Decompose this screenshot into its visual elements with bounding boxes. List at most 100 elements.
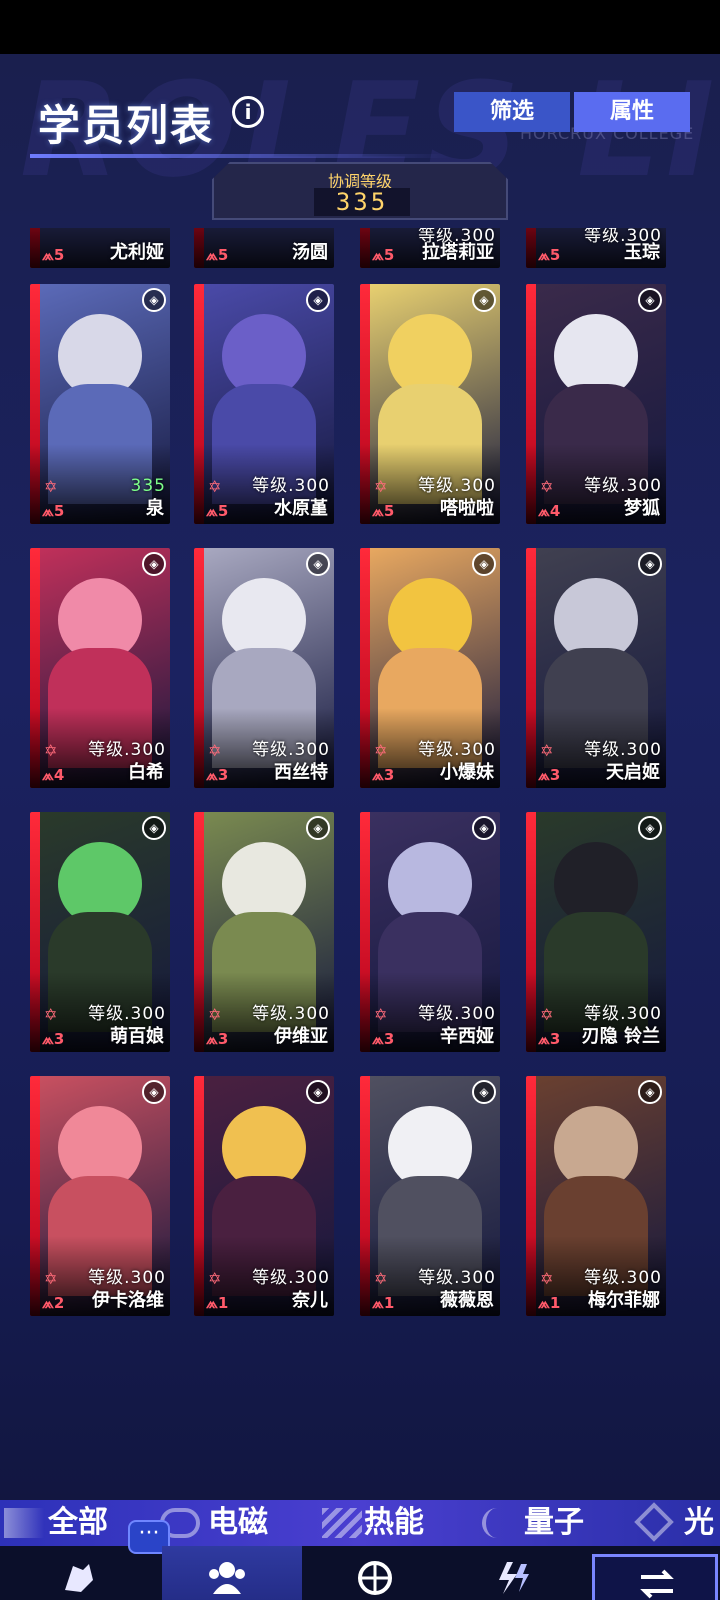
element-icon: ◈ bbox=[472, 816, 496, 840]
star-icon: ✡ bbox=[44, 741, 58, 760]
star-rank: ⩕4 bbox=[42, 766, 65, 784]
student-name: 萌百娘 bbox=[110, 1026, 164, 1047]
star-rank: ⩕1 bbox=[372, 1294, 395, 1312]
filter-button[interactable]: 筛选 bbox=[454, 92, 570, 132]
student-card[interactable]: ◈ ✡ 等级.300 ⩕3 伊维亚 bbox=[194, 812, 334, 1052]
student-level: 等级.300 bbox=[584, 740, 662, 760]
student-name: 白希 bbox=[128, 762, 164, 783]
nav-academy[interactable]: 学院 bbox=[592, 1554, 718, 1600]
element-icon: ◈ bbox=[638, 552, 662, 576]
category-tab-quantum[interactable]: 量子 bbox=[524, 1500, 584, 1546]
student-card[interactable]: ◈ ✡ 等级.300 ⩕2 伊卡洛维 bbox=[30, 1076, 170, 1316]
element-icon: ◈ bbox=[306, 288, 330, 312]
globe-icon bbox=[59, 1560, 99, 1596]
student-name: 玉琮 bbox=[624, 242, 660, 263]
student-name: 奈儿 bbox=[292, 1290, 328, 1311]
student-card[interactable]: ◈ ✡ 等级.300 ⩕5 水原堇 bbox=[194, 284, 334, 524]
status-bar bbox=[0, 0, 720, 54]
student-level: 等级.300 bbox=[88, 740, 166, 760]
student-card[interactable]: ◈ ✡ 等级.300 ⩕3 刃隐 铃兰 bbox=[526, 812, 666, 1052]
star-icon: ✡ bbox=[44, 1005, 58, 1024]
student-level: 等级.300 bbox=[88, 1268, 166, 1288]
student-card[interactable]: ◈ ✡ 等级.300 ⩕3 西丝特 bbox=[194, 548, 334, 788]
student-grid: ⩕5 尤利娅 ⩕5 汤圆 等级.300 ⩕5 拉塔莉亚 等级.300 ⩕5 玉琮… bbox=[0, 228, 720, 1498]
student-card[interactable]: 等级.300 ⩕5 玉琮 bbox=[526, 228, 666, 268]
student-level: 等级.300 bbox=[584, 1268, 662, 1288]
element-icon: ◈ bbox=[142, 1080, 166, 1104]
student-card[interactable]: ◈ ✡ 等级.300 ⩕1 梅尔菲娜 bbox=[526, 1076, 666, 1316]
student-name: 拉塔莉亚 bbox=[422, 242, 494, 263]
student-level: 等级.300 bbox=[252, 1268, 330, 1288]
student-card[interactable]: ◈ ✡ 等级.300 ⩕3 萌百娘 bbox=[30, 812, 170, 1052]
star-rank: ⩕5 bbox=[372, 246, 395, 264]
star-rank: ⩕3 bbox=[538, 1030, 561, 1048]
category-tab-all[interactable]: 全部 bbox=[48, 1500, 108, 1546]
star-rank: ⩕5 bbox=[206, 502, 229, 520]
star-rank: ⩕3 bbox=[372, 766, 395, 784]
element-icon: ◈ bbox=[142, 816, 166, 840]
element-icon: ◈ bbox=[142, 288, 166, 312]
student-name: 水原堇 bbox=[274, 498, 328, 519]
student-card[interactable]: ◈ ✡ 等级.300 ⩕3 小爆妹 bbox=[360, 548, 500, 788]
student-level: 等级.300 bbox=[252, 476, 330, 496]
star-rank: ⩕5 bbox=[372, 502, 395, 520]
student-level: 等级.300 bbox=[418, 740, 496, 760]
nav-challenge[interactable]: 挑战 bbox=[448, 1546, 578, 1600]
student-card[interactable]: ◈ ✡ 335 ⩕5 泉 bbox=[30, 284, 170, 524]
star-icon: ✡ bbox=[540, 1005, 554, 1024]
star-rank: ⩕4 bbox=[538, 502, 561, 520]
student-name: 尤利娅 bbox=[110, 242, 164, 263]
category-tab-thermal[interactable]: 热能 bbox=[364, 1500, 424, 1546]
star-icon: ✡ bbox=[208, 477, 222, 496]
element-icon: ◈ bbox=[472, 288, 496, 312]
student-level: 等级.300 bbox=[418, 476, 496, 496]
student-card[interactable]: ◈ ✡ 等级.300 ⩕3 辛西娅 bbox=[360, 812, 500, 1052]
app-screen: ROLES LIST HORCRUX COLLEGE 学员列表 i 筛选 属性 … bbox=[0, 54, 720, 1600]
student-name: 泉 bbox=[146, 498, 164, 519]
student-name: 嗒啦啦 bbox=[440, 498, 494, 519]
star-icon: ✡ bbox=[540, 1269, 554, 1288]
student-level: 等级.300 bbox=[252, 740, 330, 760]
coordination-level-panel: 协调等级 335 bbox=[212, 162, 508, 220]
star-icon: ✡ bbox=[208, 1005, 222, 1024]
category-tab-electromagnetic[interactable]: 电磁 bbox=[208, 1500, 268, 1546]
star-rank: ⩕5 bbox=[206, 246, 229, 264]
student-card[interactable]: ◈ ✡ 等级.300 ⩕4 白希 bbox=[30, 548, 170, 788]
element-category-bar: 全部 电磁 热能 量子 光 bbox=[0, 1500, 720, 1546]
student-name: 小爆妹 bbox=[440, 762, 494, 783]
lightning-icon bbox=[493, 1560, 533, 1596]
student-name: 梦狐 bbox=[624, 498, 660, 519]
element-icon: ◈ bbox=[142, 552, 166, 576]
student-name: 伊卡洛维 bbox=[92, 1290, 164, 1311]
nav-character[interactable]: 角色 bbox=[162, 1546, 302, 1600]
category-tab-light[interactable]: 光 bbox=[684, 1500, 714, 1546]
info-icon[interactable]: i bbox=[232, 96, 264, 128]
student-card[interactable]: ◈ ✡ 等级.300 ⩕5 嗒啦啦 bbox=[360, 284, 500, 524]
nav-battle[interactable]: 战斗 ··· bbox=[14, 1520, 170, 1600]
star-icon: ✡ bbox=[540, 477, 554, 496]
star-icon: ✡ bbox=[208, 1269, 222, 1288]
element-icon: ◈ bbox=[306, 1080, 330, 1104]
student-card[interactable]: ⩕5 汤圆 bbox=[194, 228, 334, 268]
student-card[interactable]: ◈ ✡ 等级.300 ⩕4 梦狐 bbox=[526, 284, 666, 524]
student-name: 辛西娅 bbox=[440, 1026, 494, 1047]
crosshair-icon bbox=[355, 1560, 395, 1596]
student-card[interactable]: ⩕5 尤利娅 bbox=[30, 228, 170, 268]
attribute-button[interactable]: 属性 bbox=[574, 92, 690, 132]
star-icon: ✡ bbox=[374, 1005, 388, 1024]
transfer-arrows-icon bbox=[637, 1569, 677, 1599]
star-rank: ⩕3 bbox=[206, 1030, 229, 1048]
element-icon: ◈ bbox=[472, 552, 496, 576]
star-rank: ⩕3 bbox=[42, 1030, 65, 1048]
element-icon: ◈ bbox=[306, 552, 330, 576]
student-card[interactable]: 等级.300 ⩕5 拉塔莉亚 bbox=[360, 228, 500, 268]
people-icon bbox=[207, 1560, 247, 1596]
star-rank: ⩕1 bbox=[538, 1294, 561, 1312]
student-level: 等级.300 bbox=[418, 1268, 496, 1288]
student-card[interactable]: ◈ ✡ 等级.300 ⩕3 天启姬 bbox=[526, 548, 666, 788]
bottom-nav: 战斗 ··· 角色 魂器 挑战 学院 bbox=[0, 1520, 720, 1600]
element-icon: ◈ bbox=[638, 1080, 662, 1104]
nav-soul-vessel[interactable]: 魂器 bbox=[310, 1546, 440, 1600]
student-card[interactable]: ◈ ✡ 等级.300 ⩕1 薇薇恩 bbox=[360, 1076, 500, 1316]
student-card[interactable]: ◈ ✡ 等级.300 ⩕1 奈儿 bbox=[194, 1076, 334, 1316]
